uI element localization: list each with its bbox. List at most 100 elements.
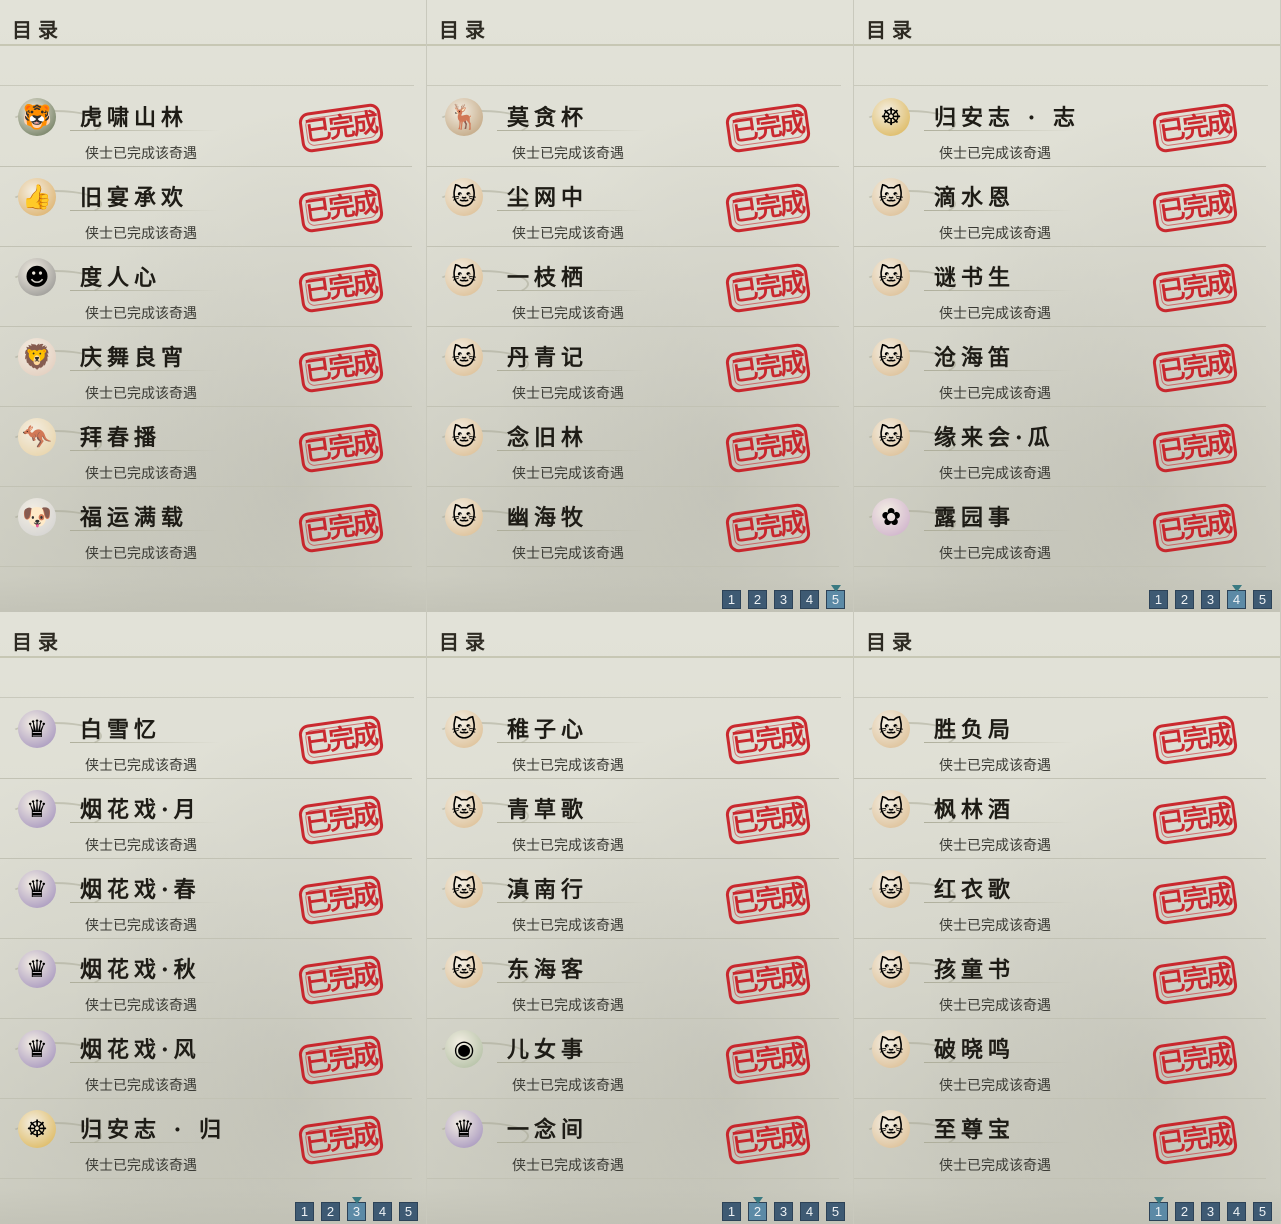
adventure-name: 缘来会·瓜 [934,425,1055,451]
page-button-2[interactable]: 2 [1175,1202,1194,1221]
adventure-row[interactable]: 🐱 一枝栖 侠士已完成该奇遇 已完成 [427,246,839,327]
adventure-row[interactable]: 🐱 破晓鸣 侠士已完成该奇遇 已完成 [854,1018,1266,1099]
adventure-row[interactable]: 🐱 孩童书 侠士已完成该奇遇 已完成 [854,938,1266,1019]
page-button-5[interactable]: 5 [1253,1202,1272,1221]
page-button-2[interactable]: 2 [748,1197,767,1221]
adventure-row[interactable]: ✿ 露园事 侠士已完成该奇遇 已完成 [854,486,1266,567]
adventure-row[interactable]: 🐯 虎啸山林 侠士已完成该奇遇 已完成 [0,86,412,167]
page-button-1[interactable]: 1 [722,1202,741,1221]
adventure-row[interactable]: 🐱 稚子心 侠士已完成该奇遇 已完成 [427,698,839,779]
adventure-name: 白雪忆 [80,717,162,743]
page-button-1[interactable]: 1 [295,1202,314,1221]
adventure-row[interactable]: ☸ 归安志 · 归 侠士已完成该奇遇 已完成 [0,1098,412,1179]
completed-stamp: 已完成 [297,342,385,394]
adventure-status: 侠士已完成该奇遇 [512,997,624,1013]
adventure-row[interactable]: 🐱 枫林酒 侠士已完成该奇遇 已完成 [854,778,1266,859]
adventure-row[interactable]: 🐱 至尊宝 侠士已完成该奇遇 已完成 [854,1098,1266,1179]
adventure-status: 侠士已完成该奇遇 [85,225,197,241]
page-button-2[interactable]: 2 [748,590,767,609]
adventure-row[interactable]: 🦘 拜春播 侠士已完成该奇遇 已完成 [0,406,412,487]
page-button-5[interactable]: 5 [826,585,845,609]
page-button-3[interactable]: 3 [347,1197,366,1221]
adventure-name: 一念间 [507,1117,589,1143]
panel-header: 目录 [854,622,1280,658]
adventure-icon-frame: ♛ [8,788,102,834]
page-button-1[interactable]: 1 [722,590,741,609]
adventure-status: 侠士已完成该奇遇 [512,1157,624,1173]
adventure-row[interactable]: 🐱 滴水恩 侠士已完成该奇遇 已完成 [854,166,1266,247]
adventure-icon-frame: 🦘 [8,416,102,462]
lady-portrait-icon: ♛ [18,710,56,748]
completed-stamp: 已完成 [297,262,385,314]
adventure-row[interactable]: 🐱 谜书生 侠士已完成该奇遇 已完成 [854,246,1266,327]
adventure-name: 烟花戏·秋 [80,957,201,983]
adventure-row[interactable]: 🐱 缘来会·瓜 侠士已完成该奇遇 已完成 [854,406,1266,487]
page-button-4[interactable]: 4 [1227,585,1246,609]
page-button-5[interactable]: 5 [1253,590,1272,609]
adventure-row[interactable]: 🐱 红衣歌 侠士已完成该奇遇 已完成 [854,858,1266,939]
adventure-icon-frame: 👍 [8,176,102,222]
page-button-1[interactable]: 1 [1149,1197,1168,1221]
adventure-row[interactable]: ♛ 烟花戏·秋 侠士已完成该奇遇 已完成 [0,938,412,1019]
page-button-4[interactable]: 4 [800,1202,819,1221]
adventure-status: 侠士已完成该奇遇 [512,917,624,933]
page-button-3[interactable]: 3 [1201,1202,1220,1221]
adventure-row[interactable]: 🐱 幽海牧 侠士已完成该奇遇 已完成 [427,486,839,567]
adventure-row[interactable]: 🐶 福运满载 侠士已完成该奇遇 已完成 [0,486,412,567]
name-underline [70,1142,220,1143]
page-button-5[interactable]: 5 [399,1202,418,1221]
adventure-row[interactable]: ☻ 度人心 侠士已完成该奇遇 已完成 [0,246,412,327]
adventure-row[interactable]: 🐱 胜负局 侠士已完成该奇遇 已完成 [854,698,1266,779]
page-button-5[interactable]: 5 [826,1202,845,1221]
adventure-row[interactable]: 🐱 滇南行 侠士已完成该奇遇 已完成 [427,858,839,939]
adventure-row[interactable]: ♛ 烟花戏·月 侠士已完成该奇遇 已完成 [0,778,412,859]
adventure-row[interactable]: ♛ 白雪忆 侠士已完成该奇遇 已完成 [0,698,412,779]
name-underline [924,290,1074,291]
adventure-row[interactable]: ♛ 烟花戏·春 侠士已完成该奇遇 已完成 [0,858,412,939]
page-button-4[interactable]: 4 [373,1202,392,1221]
adventure-row[interactable]: ♛ 一念间 侠士已完成该奇遇 已完成 [427,1098,839,1179]
moon-gem-icon: ◉ [445,1030,483,1068]
page-button-3[interactable]: 3 [1201,590,1220,609]
completed-stamp: 已完成 [724,794,812,846]
golden-buddha-icon: ☸ [872,98,910,136]
completed-stamp: 已完成 [724,102,812,154]
adventure-row[interactable]: ◉ 儿女事 侠士已完成该奇遇 已完成 [427,1018,839,1099]
flower-fairy-icon: ✿ [872,498,910,536]
adventure-row[interactable]: 🐱 念旧林 侠士已完成该奇遇 已完成 [427,406,839,487]
adventure-row[interactable]: ☸ 归安志 · 志 侠士已完成该奇遇 已完成 [854,86,1266,167]
adventure-name: 孩童书 [934,957,1016,983]
pagination: 12345 [722,585,845,610]
adventure-row[interactable]: 🐱 沧海笛 侠士已完成该奇遇 已完成 [854,326,1266,407]
adventure-name: 沧海笛 [934,345,1016,371]
adventure-row[interactable]: 🦌 莫贪杯 侠士已完成该奇遇 已完成 [427,86,839,167]
adventure-row[interactable]: 🐱 青草歌 侠士已完成该奇遇 已完成 [427,778,839,859]
panel-header: 目录 [854,10,1280,46]
adventure-row[interactable]: ♛ 烟花戏·风 侠士已完成该奇遇 已完成 [0,1018,412,1099]
page-button-2[interactable]: 2 [321,1202,340,1221]
completed-stamp: 已完成 [297,1034,385,1086]
adventure-row[interactable]: 🦁 庆舞良宵 侠士已完成该奇遇 已完成 [0,326,412,407]
adventure-status: 侠士已完成该奇遇 [85,385,197,401]
adventure-row[interactable]: 🐱 尘网中 侠士已完成该奇遇 已完成 [427,166,839,247]
page-button-2[interactable]: 2 [1175,590,1194,609]
page-button-1[interactable]: 1 [1149,590,1168,609]
page-button-4[interactable]: 4 [800,590,819,609]
adventure-name: 谜书生 [934,265,1016,291]
page-button-4[interactable]: 4 [1227,1202,1246,1221]
page-button-3[interactable]: 3 [774,590,793,609]
adventure-name: 青草歌 [507,797,589,823]
completed-stamp: 已完成 [724,422,812,474]
pagination: 12345 [1149,1197,1272,1222]
catalog-panel: 目录 ☸ 归安志 · 志 侠士已完成该奇遇 已完成 🐱 滴水恩 侠士已完成该奇遇… [854,0,1281,612]
adventure-status: 侠士已完成该奇遇 [85,305,197,321]
panel-title: 目录 [12,630,64,654]
completed-stamp: 已完成 [724,874,812,926]
adventure-row[interactable]: 👍 旧宴承欢 侠士已完成该奇遇 已完成 [0,166,412,247]
adventure-row[interactable]: 🐱 丹青记 侠士已完成该奇遇 已完成 [427,326,839,407]
adventure-name: 烟花戏·月 [80,797,201,823]
pagination: 12345 [1149,585,1272,610]
page-button-3[interactable]: 3 [774,1202,793,1221]
name-underline [497,822,647,823]
adventure-row[interactable]: 🐱 东海客 侠士已完成该奇遇 已完成 [427,938,839,1019]
